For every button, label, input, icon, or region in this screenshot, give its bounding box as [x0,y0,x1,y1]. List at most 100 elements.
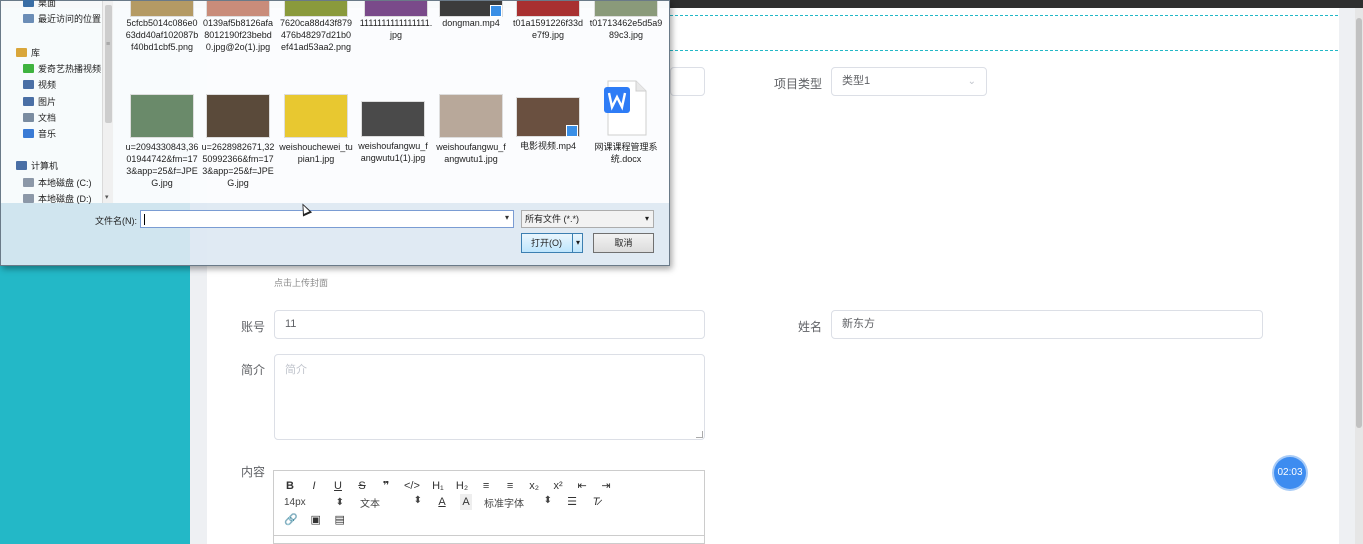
file-type-select[interactable]: 所有文件 (*.*) ▾ [521,210,654,228]
file-item[interactable]: 网课课程管理系统.docx [589,79,663,165]
text-caret [144,214,145,225]
file-item[interactable]: weishoufangwu_fangwutu1.jpg [434,94,508,165]
video-icon[interactable]: ▤ [334,512,346,528]
file-item[interactable]: u=2628982671,3250992366&fm=173&app=25&f=… [201,94,275,189]
open-label: 打开(O) [531,238,562,248]
italic-button[interactable]: I [308,478,320,494]
file-item[interactable]: 电影视频.mp4 [511,97,585,152]
clear-format-icon[interactable]: T̷ [590,494,602,510]
nav-label: 图片 [38,97,57,107]
open-split-arrow-icon[interactable]: ▾ [572,234,583,252]
name-input[interactable]: 新东方 [831,310,1263,339]
file-type-value: 所有文件 (*.*) [525,214,580,224]
superscript-button[interactable]: x² [552,478,564,494]
scrollbar-thumb[interactable] [1356,18,1362,428]
cancel-button[interactable]: 取消 [593,233,654,253]
subscript-button[interactable]: x₂ [528,478,540,494]
nav-item-drive-c[interactable]: 本地磁盘 (C:) [23,176,92,189]
filename-input[interactable]: ▾ [140,210,514,228]
nav-item-documents[interactable]: 文档 [23,111,56,124]
link-icon[interactable]: 🔗 [284,512,298,528]
file-name: 0139af5b8126afa8012190f23bebd0.jpg@2o(1)… [202,18,274,52]
bold-button[interactable]: B [284,478,296,494]
intro-placeholder: 简介 [285,364,307,376]
ordered-list-button[interactable]: ≡ [480,478,492,494]
heading-2-button[interactable]: H₂ [456,478,468,494]
rich-text-editor[interactable]: B I U S ❞ </> H₁ H₂ ≡ ≡ x₂ x² ⇤ ⇥ 14px ⬍ … [273,470,705,544]
computer-icon [16,161,27,170]
nav-label: 本地磁盘 (C:) [38,178,92,188]
navigation-pane: 桌面 最近访问的位置 库 爱奇艺热播视频 视频 图片 文档 音乐 计算机 本地磁… [1,0,114,205]
heading-1-button[interactable]: H₁ [432,478,444,494]
file-item[interactable]: 1111111111111111.jpg [359,1,433,41]
iqiyi-icon [23,64,34,73]
intro-textarea[interactable]: 简介 [274,354,705,440]
nav-item-video[interactable]: 视频 [23,78,56,91]
music-icon [23,129,34,138]
blockquote-button[interactable]: ❞ [380,478,392,494]
nav-label: 计算机 [31,161,59,171]
content-label: 内容 [240,465,265,479]
outdent-button[interactable]: ⇤ [576,478,588,494]
nav-label: 本地磁盘 (D:) [38,194,92,204]
resize-grip-icon[interactable] [696,431,703,438]
nav-item-desktop[interactable]: 桌面 [23,0,56,9]
dropdown-arrow-icon[interactable]: ▾ [505,213,509,222]
file-item[interactable]: t01713462e5d5a989c3.jpg [589,1,663,41]
indent-button[interactable]: ⇥ [600,478,612,494]
file-item[interactable]: 7620ca88d43f879476b48297d21b0ef41ad53aa2… [279,1,353,53]
project-name-input-edge[interactable] [670,67,705,96]
scroll-down-icon[interactable]: ▾ [105,193,109,201]
nav-item-computer[interactable]: 计算机 [16,159,58,172]
nav-label: 桌面 [38,0,57,8]
nav-item-drive-d[interactable]: 本地磁盘 (D:) [23,192,92,205]
file-item[interactable]: weishoufangwu_fangwutu1(1).jpg [356,101,430,164]
chevron-down-icon: ⌄ [967,76,976,87]
project-type-select[interactable]: 类型1 ⌄ [831,67,987,96]
file-name: 电影视频.mp4 [519,141,576,151]
open-button[interactable]: 打开(O) ▾ [521,233,583,253]
scrollbar-thumb[interactable] [105,5,112,123]
nav-item-pictures[interactable]: 图片 [23,95,56,108]
strikethrough-button[interactable]: S [356,478,368,494]
font-family-select[interactable]: 标准字体 ⬍ [484,495,552,510]
nav-item-music[interactable]: 音乐 [23,127,56,140]
file-name: 5cfcb5014c086e063dd40af102087bf40bd1cbf5… [125,18,199,52]
file-item[interactable]: 0139af5b8126afa8012190f23bebd0.jpg@2o(1)… [201,1,275,53]
image-icon[interactable]: ▣ [310,512,322,528]
page-scrollbar[interactable] [1355,8,1363,544]
library-icon [16,48,27,57]
file-name: 1111111111111111.jpg [359,18,433,40]
filename-label: 文件名(N): [95,216,137,226]
nav-item-recent[interactable]: 最近访问的位置 [23,12,101,25]
video-badge-icon [490,5,502,17]
text-style-select[interactable]: 文本 ⬍ [360,495,422,510]
nav-item-iqiyi[interactable]: 爱奇艺热播视频 [23,62,101,75]
nav-scrollbar[interactable]: ≡ ▾ [102,1,113,203]
divider-line [670,50,1338,51]
file-item[interactable]: u=2094330843,3601944742&fm=173&app=25&f=… [125,94,199,189]
thumbnail [206,94,270,138]
timer-badge[interactable]: 02:03 [1274,457,1306,489]
file-name: weishoufangwu_fangwutu1.jpg [436,142,506,164]
intro-label: 简介 [240,363,265,377]
file-item[interactable]: dongman.mp4 [434,1,508,29]
file-name: 网课课程管理系统.docx [594,142,658,164]
file-open-dialog[interactable]: 桌面 最近访问的位置 库 爱奇艺热播视频 视频 图片 文档 音乐 计算机 本地磁… [0,0,670,266]
nav-item-library[interactable]: 库 [16,46,40,59]
account-input[interactable]: 11 [274,310,705,339]
file-item[interactable]: 5cfcb5014c086e063dd40af102087bf40bd1cbf5… [125,1,199,53]
code-block-button[interactable]: </> [404,478,420,494]
align-icon[interactable]: ☰ [566,494,578,510]
underline-button[interactable]: U [332,478,344,494]
file-item[interactable]: weishouchewei_tupian1.jpg [279,94,353,165]
thumbnail [361,101,425,137]
upload-tip[interactable]: 点击上传封面 [274,276,328,289]
font-size-select[interactable]: 14px ⬍ [284,497,344,508]
file-item[interactable]: t01a1591226f33de7f9.jpg [511,1,585,41]
dropdown-arrow-icon: ▾ [644,214,649,223]
bullet-list-button[interactable]: ≡ [504,478,516,494]
font-color-icon[interactable]: A [436,494,448,510]
background-color-icon[interactable]: A [460,494,472,510]
updown-icon: ⬍ [413,494,422,506]
